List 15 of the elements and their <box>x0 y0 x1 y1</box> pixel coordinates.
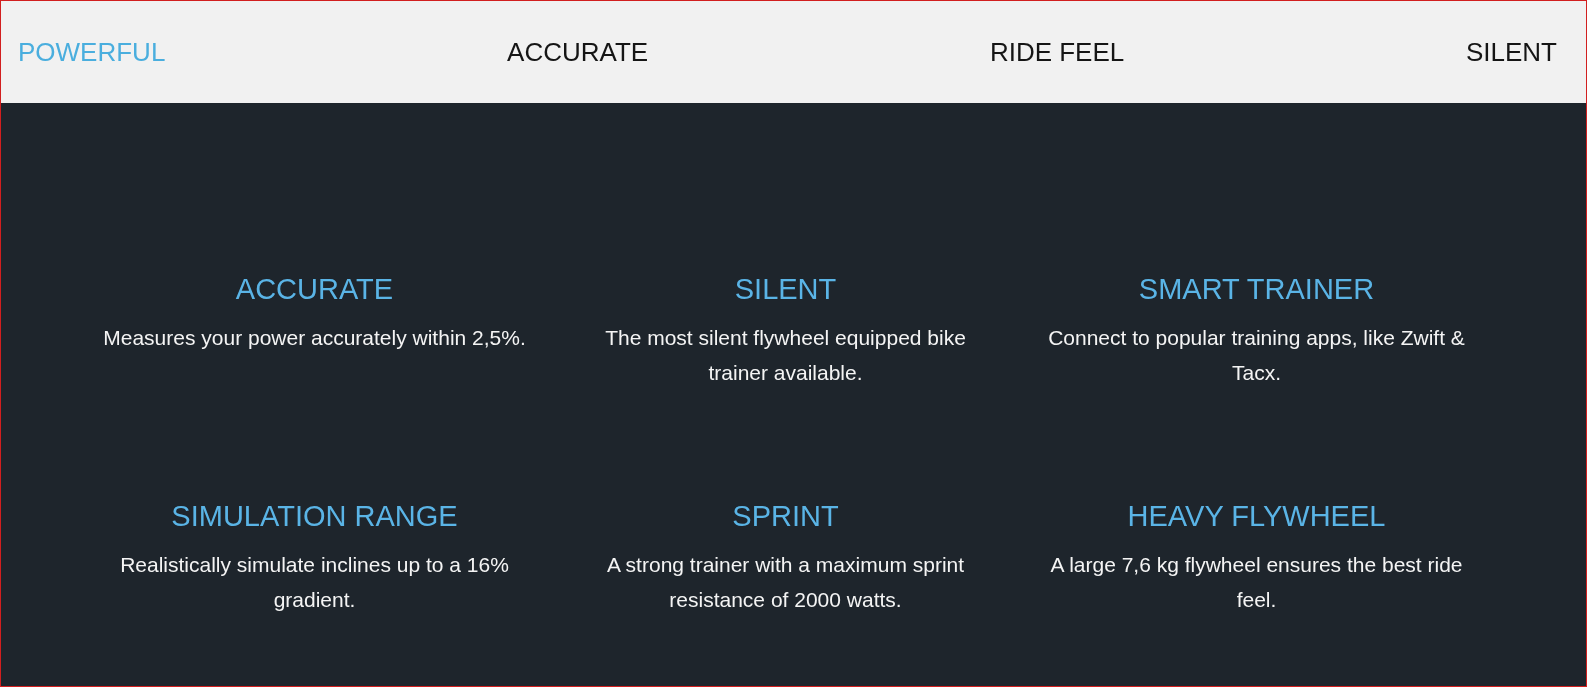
tab[interactable]: RIDE FEEL <box>989 36 1125 68</box>
feature-description: Realistically simulate inclines up to a 16% gradient. <box>119 552 510 613</box>
feature-description: A strong trainer with a maximum sprint resistance of 2000 watts. <box>605 552 966 613</box>
feature-description: Measures your power accurately within 2,5%. <box>102 325 527 351</box>
feature-title: SIMULATION RANGE <box>171 499 458 534</box>
feature-title: HEAVY FLYWHEEL <box>1127 499 1386 534</box>
tab[interactable]: SILENT <box>1465 36 1557 68</box>
feature-description: The most silent flywheel equipped bike trainer available. <box>604 325 967 386</box>
feature-description: A large 7,6 kg flywheel ensures the best ride feel. <box>1049 552 1464 613</box>
feature-title: SILENT <box>734 272 837 307</box>
feature-title: SPRINT <box>732 499 839 534</box>
tab[interactable]: ACCURATE <box>507 36 649 68</box>
feature-description: Connect to popular training apps, like Zwift & Tacx. <box>1047 325 1466 386</box>
feature-title: SMART TRAINER <box>1138 272 1375 307</box>
feature-title: ACCURATE <box>235 272 394 307</box>
